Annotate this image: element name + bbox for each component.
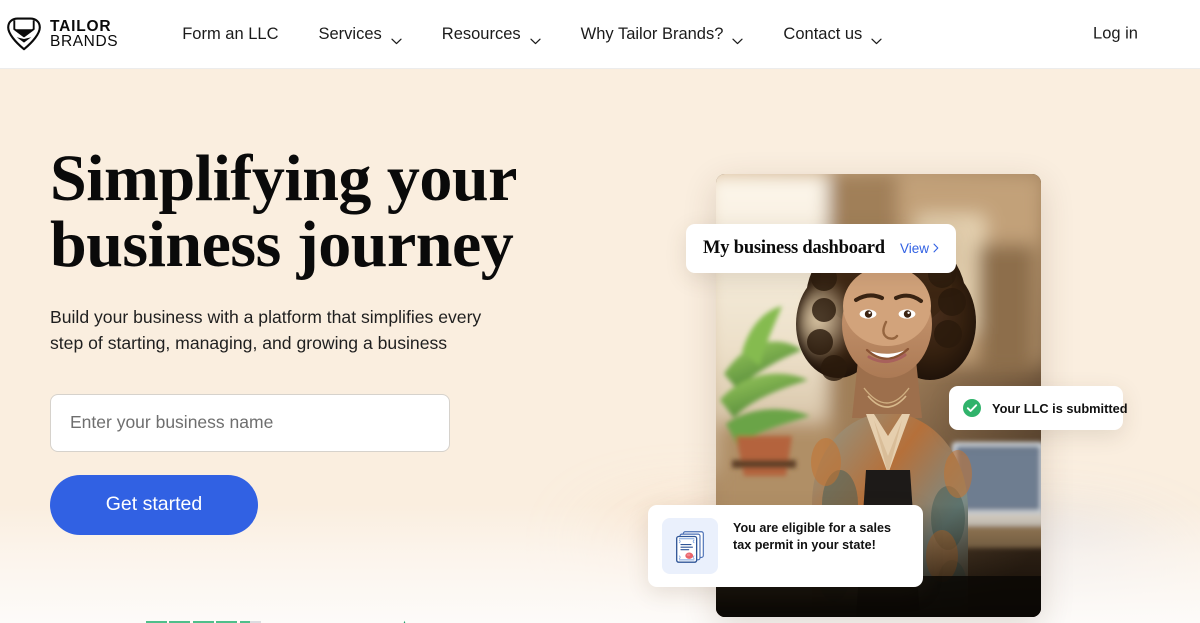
dashboard-card-title: My business dashboard [703, 238, 885, 258]
tax-permit-text: You are eligible for a sales tax permit … [733, 520, 909, 553]
nav-item-label: Services [318, 24, 382, 43]
nav-item-label: Form an LLC [182, 24, 279, 43]
chevron-right-icon [933, 241, 939, 256]
main-navigation: Form an LLC Services Resources Why Tailo… [182, 17, 882, 52]
subheading-line-1: Build your business with a platform that… [50, 307, 482, 327]
dashboard-view-label: View [899, 241, 929, 256]
subheading-line-2: step of starting, managing, and growing … [50, 333, 448, 354]
page-title: Simplifying your business journey [50, 146, 610, 278]
nav-item-services[interactable]: Services [319, 17, 402, 52]
chevron-down-icon [530, 31, 541, 44]
login-link[interactable]: Log in [1093, 25, 1138, 44]
brand-logo-wordmark: TAILOR BRANDS [50, 17, 119, 50]
llc-status-text: Your LLC is submitted [992, 400, 1128, 416]
green-check-circle-icon [963, 399, 981, 417]
tax-permit-line-1: You are eligible for a sales [733, 521, 891, 535]
chevron-down-icon [871, 31, 882, 44]
landing-page: TAILOR BRANDS Form an LLC Services Resou… [0, 0, 1200, 623]
llc-status-card: Your LLC is submitted [949, 386, 1128, 430]
nav-item-form-an-llc[interactable]: Form an LLC [182, 17, 278, 52]
tailor-brands-heart-logo-icon [6, 17, 42, 51]
hero-copy-column: Simplifying your business journey Build … [50, 146, 610, 535]
tax-permit-body: You are eligible for a sales tax permit … [733, 518, 909, 553]
get-started-button[interactable]: Get started [50, 474, 258, 535]
nav-item-contact-us[interactable]: Contact us [783, 17, 882, 52]
nav-item-label: Why Tailor Brands? [580, 24, 724, 43]
dashboard-card: My business dashboard View [686, 224, 956, 273]
business-name-input[interactable] [50, 393, 450, 452]
chevron-down-icon [391, 31, 402, 44]
site-header: TAILOR BRANDS Form an LLC Services Resou… [0, 0, 1200, 69]
nav-item-label: Contact us [783, 24, 863, 43]
tax-permit-card: You are eligible for a sales tax permit … [648, 505, 923, 587]
dashboard-view-link[interactable]: View [900, 241, 939, 256]
brand-logo-line1: TAILOR [50, 17, 112, 35]
headline-line-2: business journey [50, 208, 514, 281]
brand-logo[interactable]: TAILOR BRANDS [6, 17, 118, 51]
nav-item-label: Resources [441, 24, 521, 43]
brand-logo-line2: BRANDS [50, 33, 119, 50]
nav-item-why-tailor-brands[interactable]: Why Tailor Brands? [581, 17, 744, 52]
hero-subheading: Build your business with a platform that… [50, 304, 550, 357]
tax-permit-line-2: tax permit in your state! [733, 537, 876, 552]
chevron-down-icon [732, 31, 744, 44]
nav-item-resources[interactable]: Resources [442, 17, 541, 52]
certificate-document-icon [662, 518, 718, 574]
headline-line-1: Simplifying your [50, 142, 517, 215]
hero-section: Simplifying your business journey Build … [0, 69, 1200, 623]
